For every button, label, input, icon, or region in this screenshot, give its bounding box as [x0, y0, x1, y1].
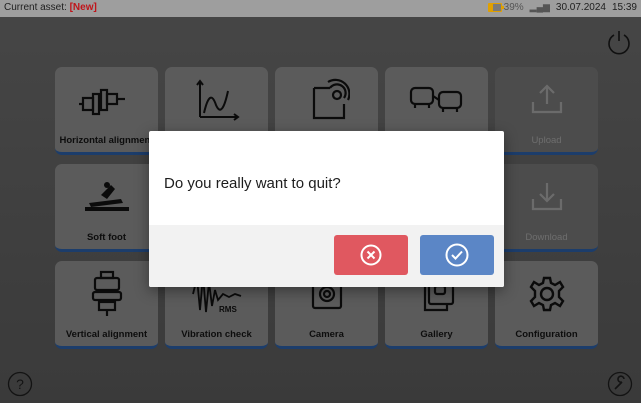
time: 15:39	[611, 2, 637, 13]
battery-icon	[487, 3, 504, 12]
dialog-footer	[149, 225, 504, 287]
battery-percent: 39%	[503, 2, 524, 13]
signal-icon: ▂▄▆	[529, 2, 550, 12]
cancel-button[interactable]	[334, 235, 408, 275]
confirm-button[interactable]	[420, 235, 494, 275]
quit-dialog-message: Do you really want to quit?	[164, 175, 341, 192]
cancel-icon	[360, 244, 382, 266]
current-asset-name: [New]	[69, 2, 97, 13]
current-asset-label: Current asset:	[4, 2, 67, 13]
status-bar: Current asset: [New] 39% ▂▄▆ 30.07.2024 …	[0, 0, 641, 17]
current-asset: Current asset: [New]	[4, 2, 97, 13]
battery-indicator: 39%	[487, 2, 524, 13]
quit-dialog: Do you really want to quit?	[149, 131, 504, 287]
date: 30.07.2024	[555, 2, 606, 13]
confirm-icon	[445, 243, 469, 267]
